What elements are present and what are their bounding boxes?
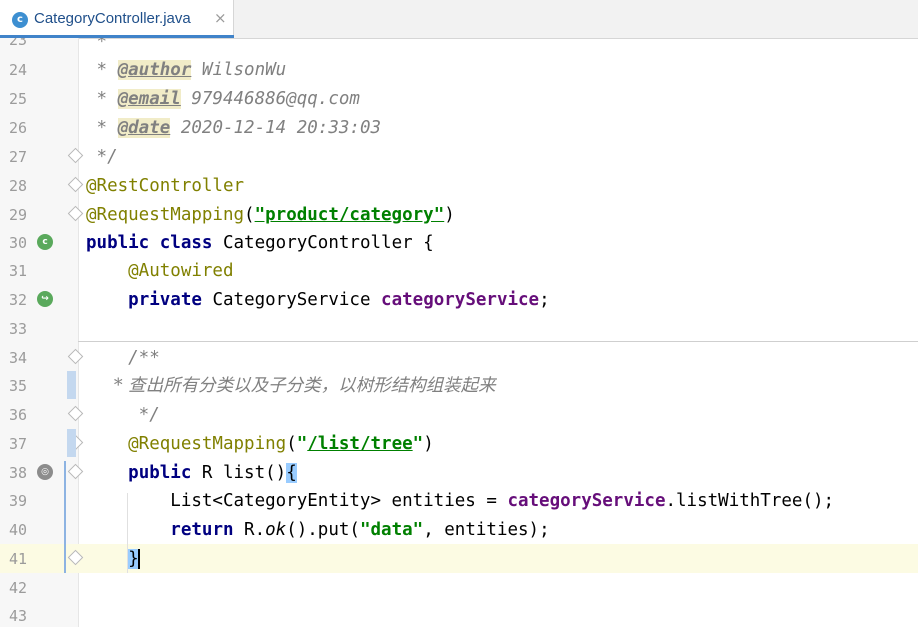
string-literal: "data" [359, 520, 424, 540]
code-line-27[interactable]: */ [86, 144, 118, 171]
doc-prefix: * [86, 118, 118, 138]
doc-value: WilsonWu [191, 60, 287, 80]
doc-value: 2020-12-14 20:33:03 [170, 118, 382, 138]
line-number: 41 [8, 550, 27, 568]
string-quote: " [412, 434, 424, 454]
tab-title: CategoryController.java [34, 10, 191, 27]
method-separator [78, 341, 918, 342]
line-number: 33 [8, 320, 27, 338]
code-line-25[interactable]: * @email 979446886@qq.com [86, 86, 360, 113]
java-class-icon: c [12, 12, 28, 28]
code-line-37[interactable]: @RequestMapping("/list/tree") [86, 431, 434, 458]
javadoc-tag: @author [117, 60, 192, 80]
line-number: 30 [8, 234, 27, 252]
annotation: @RequestMapping [86, 205, 245, 225]
line-number: 24 [8, 61, 27, 79]
javadoc-tag: @email [117, 89, 181, 109]
line-number: 23 [8, 38, 27, 49]
string-quote: " [296, 434, 308, 454]
code-line-41[interactable]: } [86, 546, 140, 573]
tab-category-controller[interactable]: c CategoryController.java × [0, 0, 234, 38]
code-line-26[interactable]: * @date 2020-12-14 20:33:03 [86, 115, 381, 142]
line-number: 38 [8, 464, 27, 482]
javadoc-tag: @date [117, 118, 171, 138]
code-line-34[interactable]: /** [86, 345, 160, 372]
method-call: ().put( [286, 520, 360, 540]
line-number: 35 [8, 377, 27, 395]
code-line-31[interactable]: @Autowired [86, 258, 233, 285]
line-number: 32 [8, 291, 27, 309]
paren: ( [244, 205, 255, 225]
statement: List<CategoryEntity> entities = [86, 491, 508, 511]
keyword: private [128, 290, 202, 310]
code-line-30[interactable]: public class CategoryController { [86, 230, 434, 257]
vcs-change-marker[interactable] [64, 461, 66, 573]
semicolon: ; [539, 290, 550, 310]
code-line-29[interactable]: @RequestMapping("product/category") [86, 202, 455, 229]
line-number: 37 [8, 435, 27, 453]
code-editor[interactable]: 23 24 25 26 27 28 29 30 31 32 33 34 35 3… [0, 38, 918, 627]
static-method: ok [265, 520, 287, 540]
autowired-navigate-icon[interactable]: ↪ [37, 291, 53, 307]
keyword: public [86, 233, 150, 253]
receiver: R. [233, 520, 266, 540]
class-declaration: CategoryController { [212, 233, 434, 253]
code-line-38[interactable]: public R list(){ [86, 460, 297, 487]
type-name: CategoryService [201, 290, 382, 310]
annotation: @RequestMapping [86, 434, 287, 454]
line-number: 42 [8, 579, 27, 597]
field-name: categoryService [381, 290, 540, 310]
line-number: 25 [8, 90, 27, 108]
code-line-40[interactable]: return R.ok().put("data", entities); [86, 517, 550, 544]
code-line-23[interactable]: * [86, 38, 108, 56]
method-call: .listWithTree(); [665, 491, 835, 511]
paren: ( [286, 434, 297, 454]
code-line-24[interactable]: * @author WilsonWu [86, 57, 286, 84]
line-number: 34 [8, 349, 27, 367]
code-line-28[interactable]: @RestController [86, 173, 244, 200]
line-number: 36 [8, 406, 27, 424]
line-number: 43 [8, 607, 27, 625]
code-line-39[interactable]: List<CategoryEntity> entities = category… [86, 488, 834, 515]
code-line-35[interactable]: * 查出所有分类以及子分类，以树形结构组装起来 [86, 373, 496, 400]
line-number: 26 [8, 119, 27, 137]
keyword: class [159, 233, 213, 253]
line-number: 29 [8, 206, 27, 224]
code-line-36[interactable]: */ [86, 402, 160, 429]
editor-tab-bar: c CategoryController.java × [0, 0, 918, 39]
url-path[interactable]: /list/tree [307, 434, 412, 454]
vcs-change-marker[interactable] [67, 371, 76, 399]
doc-value: 979446886@qq.com [180, 89, 360, 109]
code-line-32[interactable]: private CategoryService categoryService; [86, 287, 550, 314]
paren: ) [423, 434, 434, 454]
keyword: return [170, 520, 234, 540]
line-number: 40 [8, 521, 27, 539]
text-caret [137, 549, 140, 569]
matched-brace: { [286, 463, 297, 483]
arguments: , entities); [423, 520, 550, 540]
doc-prefix: * [86, 60, 118, 80]
string-literal: "product/category" [254, 205, 445, 225]
line-number: 39 [8, 492, 27, 510]
line-number: 27 [8, 148, 27, 166]
keyword: public [128, 463, 192, 483]
field-name: categoryService [507, 491, 666, 511]
close-icon[interactable]: × [214, 9, 227, 27]
request-mapping-web-icon[interactable]: ◎ [37, 464, 53, 480]
method-signature: R list() [191, 463, 287, 483]
line-number: 28 [8, 177, 27, 195]
spring-bean-icon[interactable]: c [37, 234, 53, 250]
line-number: 31 [8, 262, 27, 280]
paren: ) [444, 205, 455, 225]
doc-prefix: * [86, 89, 118, 109]
vcs-change-marker[interactable] [67, 429, 76, 457]
